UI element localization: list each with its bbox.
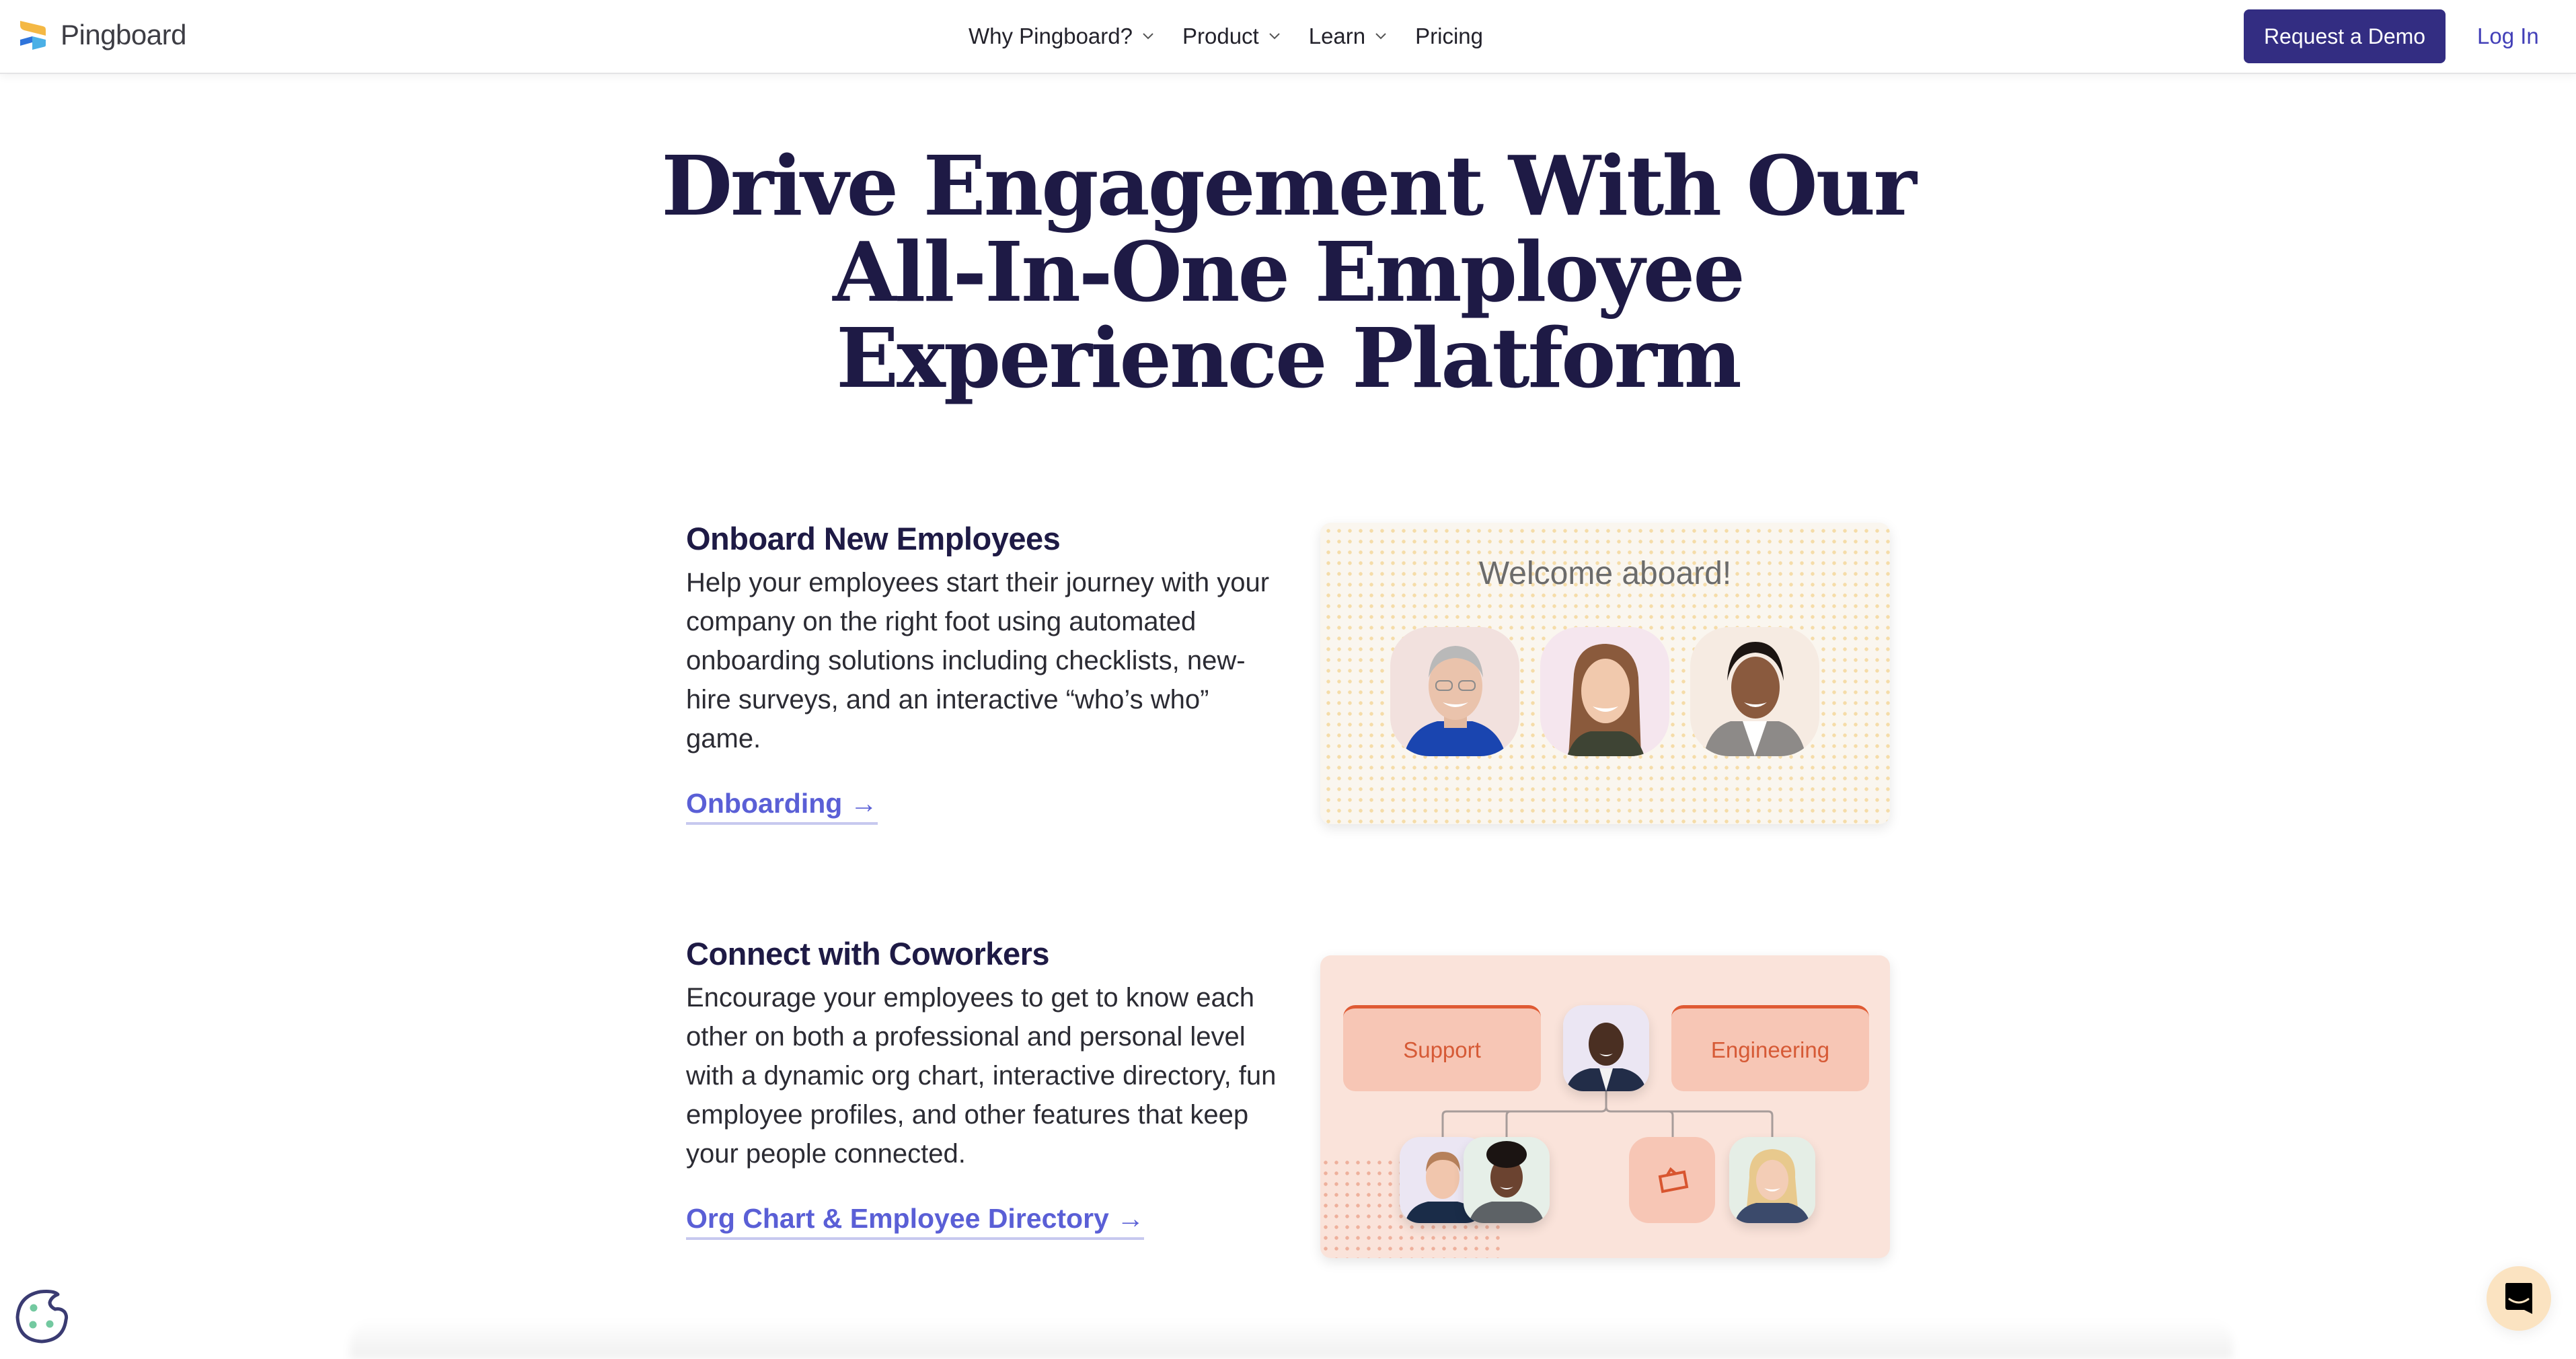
hero-heading: Drive Engagement With Our All-In-One Emp… (0, 143, 2576, 401)
department-engineering: Engineering (1671, 1005, 1869, 1091)
hero-line: Experience Platform (836, 309, 1742, 406)
login-link[interactable]: Log In (2477, 0, 2539, 73)
chevron-down-icon (1269, 33, 1280, 40)
new-hire-photo-2 (1540, 627, 1669, 756)
welcome-heading: Welcome aboard! (1478, 556, 1732, 591)
feature-description: Help your employees start their journey … (686, 568, 1270, 754)
report-photo-2 (1464, 1137, 1550, 1223)
feature-connect: Connect with Coworkers Encourage your em… (686, 935, 1278, 1240)
new-hire-photo-1 (1390, 627, 1519, 756)
feature-title: Connect with Coworkers (686, 936, 1050, 971)
nav-link-label: Product (1182, 24, 1259, 48)
feature-onboarding: Onboard New Employees Help your employee… (686, 520, 1278, 825)
brand-logo[interactable]: Pingboard (19, 19, 186, 51)
cookie-icon[interactable] (13, 1288, 70, 1344)
nav-link-pricing[interactable]: Pricing (1415, 24, 1483, 49)
chat-icon (2505, 1283, 2532, 1314)
top-navigation: Pingboard Why Pingboard? Product Learn P… (0, 0, 2576, 74)
hero-line: All-In-One Employee (833, 223, 1745, 320)
manager-photo (1563, 1005, 1649, 1091)
new-hire-photo-3 (1690, 627, 1819, 756)
welcome-card: Welcome aboard! (1320, 523, 1890, 824)
nav-link-why-pingboard[interactable]: Why Pingboard? (969, 24, 1154, 49)
nav-link-label: Learn (1308, 24, 1366, 48)
org-chart-card: Support Engineering (1320, 955, 1890, 1258)
org-chart-directory-link[interactable]: Org Chart & Employee Directory → (686, 1203, 1145, 1240)
nav-link-label: Pricing (1415, 24, 1483, 48)
brand-name: Pingboard (61, 19, 186, 50)
report-photo-3 (1729, 1137, 1815, 1223)
nav-link-label: Why Pingboard? (969, 24, 1133, 48)
request-demo-button[interactable]: Request a Demo (2244, 9, 2446, 63)
feature-description: Encourage your employees to get to know … (686, 983, 1277, 1169)
footer-shadow (350, 1319, 2233, 1359)
chevron-down-icon (1143, 33, 1153, 40)
report-placeholder (1629, 1137, 1715, 1223)
hero-line: Drive Engagement With Our (661, 137, 1917, 234)
nav-links: Why Pingboard? Product Learn Pricing (969, 0, 1511, 73)
chevron-down-icon (1375, 33, 1386, 40)
onboarding-link[interactable]: Onboarding → (686, 788, 878, 825)
chat-launcher-button[interactable] (2487, 1266, 2551, 1331)
nav-link-product[interactable]: Product (1182, 24, 1281, 49)
feature-title: Onboard New Employees (686, 521, 1061, 556)
nav-link-learn[interactable]: Learn (1309, 24, 1387, 49)
pingboard-logo-icon (20, 21, 46, 50)
frame-icon (1658, 1167, 1689, 1193)
department-support: Support (1343, 1005, 1541, 1091)
